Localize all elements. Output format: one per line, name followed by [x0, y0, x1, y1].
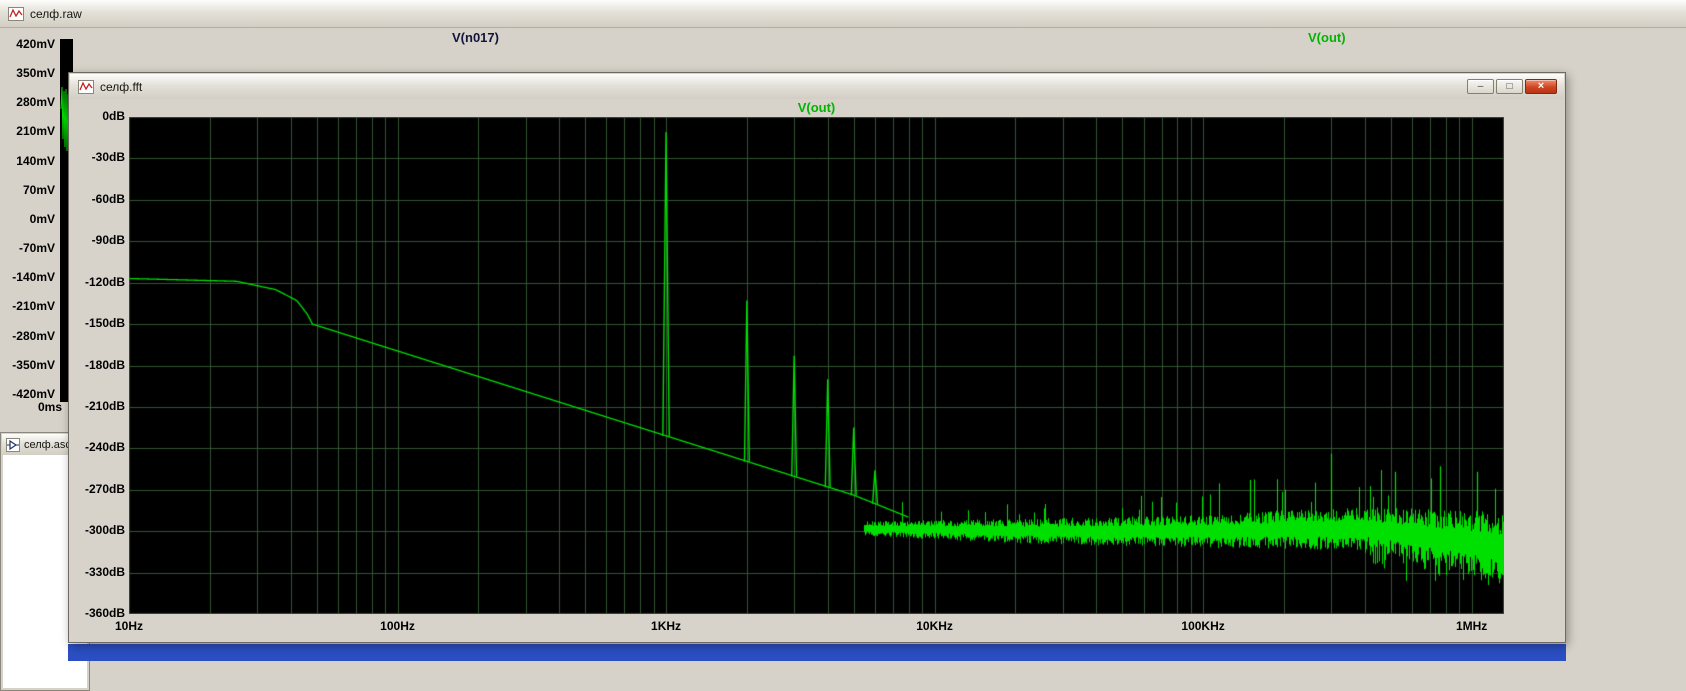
raw-y-tick-label: -280mV — [12, 328, 55, 343]
fft-y-tick-label: -150dB — [84, 316, 125, 331]
fft-x-tick-label: 100KHz — [1181, 619, 1225, 633]
asc-window-title: селф.asc — [24, 438, 71, 451]
raw-window-titlebar[interactable]: селф.raw — [0, 0, 1686, 28]
fft-y-axis-labels: 0dB -30dB -60dB -90dB -120dB -150dB -180dB -210… — [69, 73, 125, 642]
fft-y-tick-label: -330dB — [84, 564, 125, 579]
fft-y-tick-label: -360dB — [84, 606, 125, 620]
raw-y-axis-labels: 420mV 350mV 280mV 210mV 140mV 70mV 0mV -70mV -14… — [0, 0, 57, 430]
fft-x-tick-label: 10KHz — [916, 619, 953, 633]
fft-y-tick-label: -300dB — [84, 523, 125, 538]
raw-trace-label-vout[interactable]: V(out) — [1308, 30, 1346, 45]
fft-y-tick-label: -90dB — [91, 233, 125, 248]
maximize-button[interactable]: □ — [1496, 79, 1523, 94]
raw-y-tick-label: -420mV — [12, 386, 55, 401]
fft-window: селф.fft – □ × V(out) 0dB -30dB -60dB -90dB… — [68, 72, 1566, 643]
fft-y-tick-label: 0dB — [102, 109, 125, 123]
fft-x-tick-label: 100Hz — [380, 619, 415, 633]
fft-y-tick-label: -30dB — [91, 150, 125, 165]
fft-window-titlebar[interactable]: селф.fft – □ × — [70, 74, 1564, 99]
fft-y-tick-label: -60dB — [91, 191, 125, 206]
fft-y-tick-label: -180dB — [84, 357, 125, 372]
raw-x-axis-first-label: 0ms — [38, 400, 63, 414]
window-controls: – □ × — [1467, 79, 1557, 94]
desktop: селф.raw V(n017) V(out) 420mV 350mV 280mV 2… — [0, 0, 1686, 691]
raw-y-tick-label: 0mV — [29, 211, 55, 226]
raw-trace-label-n017[interactable]: V(n017) — [452, 30, 499, 45]
close-button[interactable]: × — [1525, 79, 1557, 94]
fft-x-tick-label: 1KHz — [651, 619, 682, 633]
raw-y-tick-label: -70mV — [18, 241, 55, 256]
fft-y-tick-label: -210dB — [84, 398, 125, 413]
fft-x-tick-label: 1MHz — [1455, 619, 1488, 633]
raw-y-tick-label: 350mV — [16, 66, 55, 81]
raw-y-tick-label: 420mV — [16, 37, 55, 51]
fft-y-tick-label: -240dB — [84, 440, 125, 455]
fft-y-tick-label: -270dB — [84, 481, 125, 496]
background-blue-bar — [68, 644, 1566, 661]
raw-y-tick-label: 210mV — [16, 124, 55, 139]
raw-y-tick-label: -140mV — [12, 270, 55, 285]
raw-y-tick-label: 70mV — [22, 182, 55, 197]
schematic-icon — [6, 437, 20, 452]
fft-trace-legend[interactable]: V(out) — [129, 100, 1504, 115]
minimize-button[interactable]: – — [1467, 79, 1494, 94]
raw-y-tick-label: -210mV — [12, 299, 55, 314]
fft-y-tick-label: -120dB — [84, 274, 125, 289]
raw-y-tick-label: 140mV — [16, 153, 55, 168]
raw-y-tick-label: -350mV — [12, 357, 55, 372]
raw-y-tick-label: 280mV — [16, 95, 55, 110]
fft-plot-canvas[interactable] — [129, 117, 1504, 614]
